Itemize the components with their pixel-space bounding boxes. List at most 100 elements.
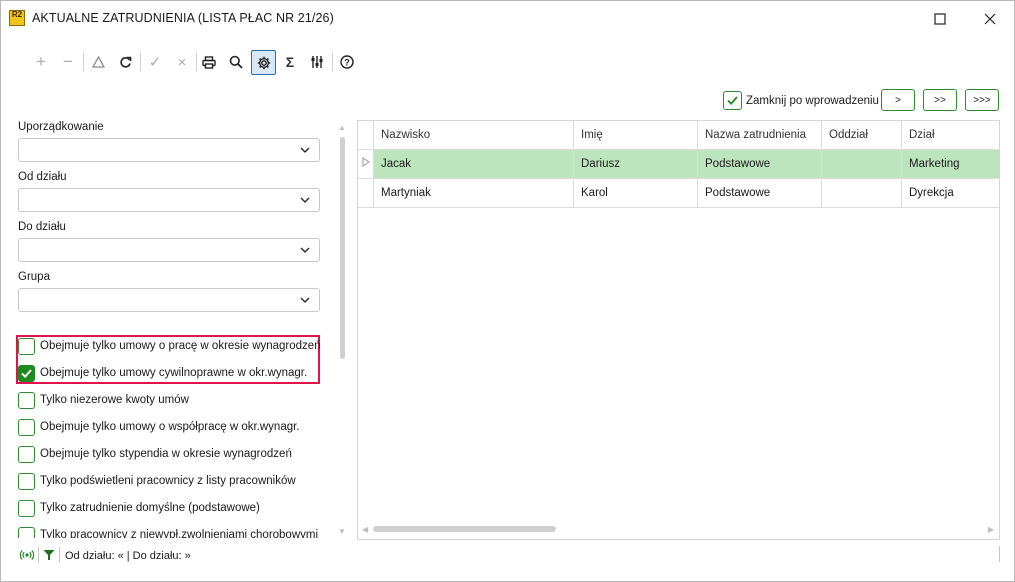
scroll-left-arrow[interactable]: ◀ (362, 525, 368, 534)
cell-branch[interactable] (822, 179, 902, 207)
filter-button[interactable] (43, 549, 55, 564)
chevron-down-icon (300, 147, 310, 153)
to-dept-label: Do działu (18, 221, 66, 233)
status-separator (38, 547, 39, 563)
svg-text:?: ? (344, 57, 350, 67)
app-logo: R2 (9, 10, 25, 26)
scroll-down-arrow[interactable]: ▼ (338, 527, 346, 536)
close-window-button[interactable] (970, 5, 1010, 33)
maximize-button[interactable] (920, 5, 960, 33)
print-icon (202, 55, 216, 69)
last-button[interactable]: >>> (965, 89, 999, 111)
scroll-right-arrow[interactable]: ▶ (988, 525, 994, 534)
from-dept-combo[interactable] (18, 188, 320, 212)
settings-button[interactable] (251, 50, 276, 75)
table-row[interactable]: Jacak Dariusz Podstawowe Marketing (358, 150, 999, 179)
chevron-down-icon (300, 247, 310, 253)
sort-combo[interactable] (18, 138, 320, 162)
app-window: R2 AKTUALNE ZATRUDNIENIA (LISTA PŁAC NR … (0, 0, 1015, 582)
employment-grid: Nazwisko Imię Nazwa zatrudnienia Oddział… (357, 120, 1000, 540)
cell-employment-name[interactable]: Podstawowe (698, 179, 822, 207)
next-button[interactable]: > (881, 89, 915, 111)
filter-checkbox-row[interactable]: Tylko podświetleni pracownicy z listy pr… (18, 471, 296, 491)
filter-checkbox-row[interactable]: Tylko zatrudnienie domyślne (podstawowe) (18, 498, 260, 518)
filter-checkbox-row[interactable]: Tylko pracownicy z niewypł.zwolnieniami … (18, 525, 318, 538)
filter-checkbox-row[interactable]: Obejmuje tylko umowy o współpracę w okr.… (18, 417, 300, 437)
checkbox-label: Obejmuje tylko umowy o pracę w okresie w… (40, 340, 321, 352)
edit-button[interactable] (87, 51, 109, 73)
checkbox-label: Obejmuje tylko umowy o współpracę w okr.… (40, 421, 300, 433)
column-header-department[interactable]: Dział (902, 121, 999, 149)
cell-employment-name[interactable]: Podstawowe (698, 150, 822, 178)
grid-header-row: Nazwisko Imię Nazwa zatrudnienia Oddział… (358, 121, 999, 150)
plus-icon: + (36, 52, 46, 71)
close-icon (984, 13, 996, 25)
remove-button[interactable]: − (57, 51, 79, 73)
sort-label: Uporządkowanie (18, 121, 104, 133)
table-row[interactable]: Martyniak Karol Podstawowe Dyrekcja (358, 179, 999, 208)
cell-branch[interactable] (822, 150, 902, 178)
filter-checkbox-row[interactable]: Obejmuje tylko umowy cywilnoprawne w okr… (18, 363, 307, 383)
to-dept-combo[interactable] (18, 238, 320, 262)
chevron-down-icon (300, 197, 310, 203)
status-separator (999, 546, 1000, 562)
column-header-surname[interactable]: Nazwisko (374, 121, 574, 149)
search-button[interactable] (225, 51, 247, 73)
cell-surname[interactable]: Martyniak (374, 179, 574, 207)
checkbox[interactable] (18, 472, 35, 490)
checkbox-label: Tylko zatrudnienie domyślne (podstawowe) (40, 502, 260, 514)
sliders-icon (311, 56, 323, 68)
sum-button[interactable]: Σ (279, 51, 301, 73)
column-header-branch[interactable]: Oddział (822, 121, 902, 149)
close-after-entry-toggle[interactable]: Zamknij po wprowadzeniu (723, 91, 879, 110)
refresh-button[interactable] (114, 51, 136, 73)
checkbox[interactable] (18, 418, 35, 436)
gear-icon (257, 56, 270, 69)
status-separator (59, 547, 60, 563)
left-scrollbar-thumb[interactable] (340, 137, 345, 359)
print-button[interactable] (198, 51, 220, 73)
close-after-label: Zamknij po wprowadzeniu (746, 94, 879, 107)
cell-first-name[interactable]: Karol (574, 179, 698, 207)
row-pointer-icon (362, 157, 370, 167)
checkbox[interactable] (18, 526, 35, 538)
close-after-checkbox[interactable] (723, 91, 742, 110)
filter-settings-button[interactable] (306, 51, 328, 73)
scroll-up-arrow[interactable]: ▲ (338, 123, 346, 132)
filter-checkbox-row[interactable]: Obejmuje tylko stypendia w okresie wynag… (18, 444, 292, 464)
broadcast-button[interactable] (19, 549, 35, 564)
accept-button[interactable]: ✓ (144, 51, 166, 73)
checkbox[interactable] (18, 337, 35, 355)
checkbox[interactable] (18, 391, 35, 409)
next-page-button[interactable]: >> (923, 89, 957, 111)
status-text: Od działu: « | Do działu: » (65, 550, 191, 562)
checkbox-label: Obejmuje tylko stypendia w okresie wynag… (40, 448, 292, 460)
filter-checkbox-row[interactable]: Obejmuje tylko umowy o pracę w okresie w… (18, 336, 321, 356)
checkbox[interactable] (18, 445, 35, 463)
checkmark-icon (21, 368, 32, 378)
row-indicator-header (358, 121, 374, 149)
grid-hscrollbar-thumb[interactable] (373, 526, 556, 532)
cell-first-name[interactable]: Dariusz (574, 150, 698, 178)
checkbox[interactable] (18, 364, 35, 382)
column-header-employment-name[interactable]: Nazwa zatrudnienia (698, 121, 822, 149)
from-dept-label: Od działu (18, 171, 67, 183)
checkbox[interactable] (18, 499, 35, 517)
minus-icon: − (63, 52, 73, 71)
refresh-icon (119, 56, 131, 68)
cell-surname[interactable]: Jacak (374, 150, 574, 178)
toolbar-separator (140, 53, 141, 71)
row-indicator (358, 150, 374, 178)
cell-department[interactable]: Dyrekcja (902, 179, 999, 207)
toolbar-separator (83, 53, 84, 71)
help-icon: ? (340, 55, 354, 69)
add-button[interactable]: + (30, 51, 52, 73)
maximize-icon (934, 13, 946, 25)
cancel-button[interactable]: × (171, 51, 193, 73)
checkbox-label: Tylko pracownicy z niewypł.zwolnieniami … (40, 529, 319, 538)
cell-department[interactable]: Marketing (902, 150, 999, 178)
filter-checkbox-row[interactable]: Tylko niezerowe kwoty umów (18, 390, 189, 410)
group-combo[interactable] (18, 288, 320, 312)
column-header-first-name[interactable]: Imię (574, 121, 698, 149)
help-button[interactable]: ? (336, 51, 358, 73)
